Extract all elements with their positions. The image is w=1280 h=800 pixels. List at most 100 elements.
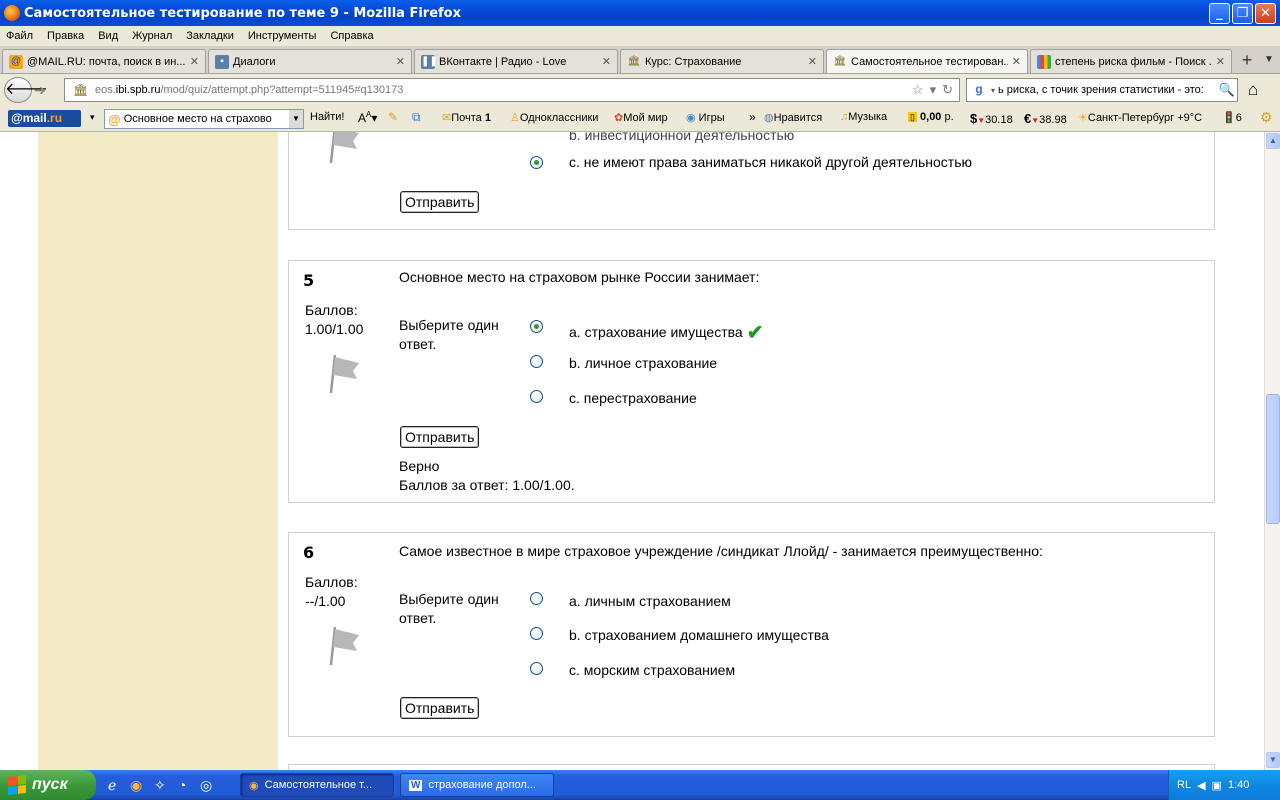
option-b-radio[interactable] xyxy=(530,355,543,368)
option-a: a. личным страхованием xyxy=(569,593,731,609)
search-icon[interactable]: 🔍 xyxy=(1217,82,1237,98)
restore-button[interactable]: ❐ xyxy=(1232,3,1253,24)
back-button[interactable]: 🡐 xyxy=(4,77,48,103)
find-button[interactable]: Найти! xyxy=(310,111,344,123)
grade-info: Баллов: 1.00/1.00 xyxy=(305,302,364,337)
traffic-button[interactable]: 🚦6 xyxy=(1222,111,1242,124)
minimize-button[interactable]: _ xyxy=(1209,3,1230,24)
tab-google-search[interactable]: степень риска фильм - Поиск ... ✕ xyxy=(1030,49,1232,73)
menu-bookmarks[interactable]: Закладки xyxy=(186,30,234,42)
balance-button[interactable]: ▯ 0,00 р. xyxy=(908,111,954,123)
zoom-icon[interactable]: ⧉ xyxy=(412,110,421,125)
option-c-radio[interactable] xyxy=(530,390,543,403)
close-icon[interactable]: ✕ xyxy=(1216,55,1225,68)
send-button[interactable]: Отправить xyxy=(400,426,480,448)
scroll-thumb[interactable] xyxy=(1266,394,1280,524)
settings-gear-icon[interactable]: ⚙ xyxy=(1260,109,1273,126)
my-world-button[interactable]: ✿Мой мир xyxy=(614,111,668,124)
flag-icon[interactable] xyxy=(327,625,363,667)
font-size-icon[interactable]: AA▾ xyxy=(358,110,377,125)
task-firefox[interactable]: ◉ Самостоятельное т... xyxy=(240,773,394,797)
highlighter-icon[interactable]: ✎ xyxy=(388,110,398,124)
mail-button[interactable]: ✉Почта 1 xyxy=(442,111,491,124)
quick-launch-icon[interactable]: ✧ xyxy=(154,777,166,794)
mailru-search[interactable]: @ Основное место на страхово ▼ xyxy=(104,109,304,129)
close-icon[interactable]: ✕ xyxy=(396,55,405,68)
tab-self-test[interactable]: 🏛 Самостоятельное тестирован... ✕ xyxy=(826,49,1028,73)
firefox-icon[interactable]: ◉ xyxy=(130,777,142,794)
weather-button[interactable]: ☀Санкт-Петербург +9°C xyxy=(1078,111,1202,124)
ie-icon[interactable]: ℯ xyxy=(108,777,116,794)
mailru-logo[interactable]: @mail.ru xyxy=(8,110,81,127)
forward-button[interactable]: ➔ xyxy=(34,82,46,99)
tab-vk-radio[interactable]: ❚❚ ВКонтакте | Радио - Love ✕ xyxy=(414,49,618,73)
arrow-down-icon: ▼ xyxy=(977,116,986,125)
tab-mailru[interactable]: @ @MAIL.RU: почта, поиск в ин... ✕ xyxy=(2,49,206,73)
tab-course[interactable]: 🏛 Курс: Страхование ✕ xyxy=(620,49,824,73)
google-icon[interactable]: g xyxy=(971,82,987,98)
new-tab-button[interactable]: + xyxy=(1236,50,1258,72)
site-identity-icon[interactable]: 🏛 xyxy=(73,83,88,97)
option-b: b. страхованием домашнего имущества xyxy=(569,627,829,643)
answer-prompt: Выберите один ответ. xyxy=(399,591,499,626)
games-button[interactable]: ◉ Игры xyxy=(686,111,725,124)
option-a-radio[interactable] xyxy=(530,320,543,333)
menu-history[interactable]: Журнал xyxy=(132,30,172,42)
chevron-down-icon[interactable]: ▼ xyxy=(289,110,303,128)
toolbar-dropdown-icon[interactable]: ▾ xyxy=(90,112,95,123)
menu-help[interactable]: Справка xyxy=(330,30,373,42)
option-b-radio[interactable] xyxy=(530,627,543,640)
usd-rate[interactable]: $▼30.18 xyxy=(970,111,1013,126)
mailru-search-input[interactable]: Основное место на страхово xyxy=(121,113,289,125)
option-c-radio[interactable] xyxy=(530,662,543,675)
search-bar[interactable]: g ▾ ь риска, с точик зрения статистики -… xyxy=(966,78,1238,102)
menu-edit[interactable]: Правка xyxy=(47,30,84,42)
menu-file[interactable]: Файл xyxy=(6,30,33,42)
traffic-light-icon: 🚦 xyxy=(1222,112,1236,124)
vertical-scrollbar[interactable]: ▲ ▼ xyxy=(1264,132,1280,770)
menu-view[interactable]: Вид xyxy=(98,30,118,42)
close-icon[interactable]: ✕ xyxy=(808,55,817,68)
tab-list-icon[interactable]: ▼ xyxy=(1264,54,1274,65)
browser-icon[interactable]: ◎ xyxy=(200,777,212,794)
close-icon[interactable]: ✕ xyxy=(602,55,611,68)
close-icon[interactable]: ✕ xyxy=(190,55,199,68)
close-window-button[interactable]: ✕ xyxy=(1255,3,1276,24)
menu-tools[interactable]: Инструменты xyxy=(248,30,317,42)
option-c: c. перестрахование xyxy=(569,390,697,406)
flag-icon[interactable] xyxy=(327,132,363,165)
close-icon[interactable]: ✕ xyxy=(1012,55,1021,68)
search-input[interactable]: ь риска, с точик зрения статистики - это… xyxy=(998,84,1217,96)
send-button[interactable]: Отправить xyxy=(400,697,480,719)
bookmark-star-icon[interactable]: ☆ xyxy=(912,82,924,98)
tab-dialogs[interactable]: ▪ Диалоги ✕ xyxy=(208,49,412,73)
odnoklassniki-button[interactable]: ♙Одноклассники xyxy=(510,111,598,124)
tray-collapse-icon[interactable]: ◀ xyxy=(1197,779,1205,792)
media-player-icon[interactable]: ◔ xyxy=(178,777,186,793)
clock[interactable]: 1:40 xyxy=(1228,779,1249,791)
flag-icon[interactable] xyxy=(327,353,363,395)
network-icon[interactable]: ▣ xyxy=(1212,779,1222,792)
search-engine-dropdown-icon[interactable]: ▾ xyxy=(991,86,995,95)
sun-icon: ☀ xyxy=(1078,112,1088,124)
question-6-box: 6 Баллов: --/1.00 Самое известное в мире… xyxy=(288,532,1215,737)
task-word[interactable]: W страхование допол... xyxy=(400,773,554,797)
home-icon[interactable]: ⌂ xyxy=(1248,80,1258,100)
reload-icon[interactable]: ↻ xyxy=(942,82,953,98)
window-title: Самостоятельное тестирование по теме 9 -… xyxy=(24,5,461,21)
language-indicator[interactable]: RL xyxy=(1177,779,1191,791)
scroll-up-arrow[interactable]: ▲ xyxy=(1266,133,1280,149)
eur-rate[interactable]: €▼38.98 xyxy=(1024,111,1067,126)
option-a-radio[interactable] xyxy=(530,592,543,605)
send-button[interactable]: Отправить xyxy=(400,191,480,213)
scroll-down-arrow[interactable]: ▼ xyxy=(1266,752,1280,768)
more-chevron-icon[interactable]: » xyxy=(749,110,756,124)
music-button[interactable]: ♫Музыка xyxy=(840,111,887,123)
start-button[interactable]: пуск xyxy=(0,770,96,800)
url-bar[interactable]: 🏛 eos. ibi.spb.ru/mod/quiz/attempt.php?at… xyxy=(64,78,960,102)
option-c-radio[interactable] xyxy=(530,156,543,169)
question-number: 5 xyxy=(303,271,315,290)
history-dropdown-icon[interactable]: ▾ xyxy=(930,82,937,98)
likes-button[interactable]: ◍Нравится xyxy=(764,111,822,124)
envelope-icon: ✉ xyxy=(442,112,452,124)
